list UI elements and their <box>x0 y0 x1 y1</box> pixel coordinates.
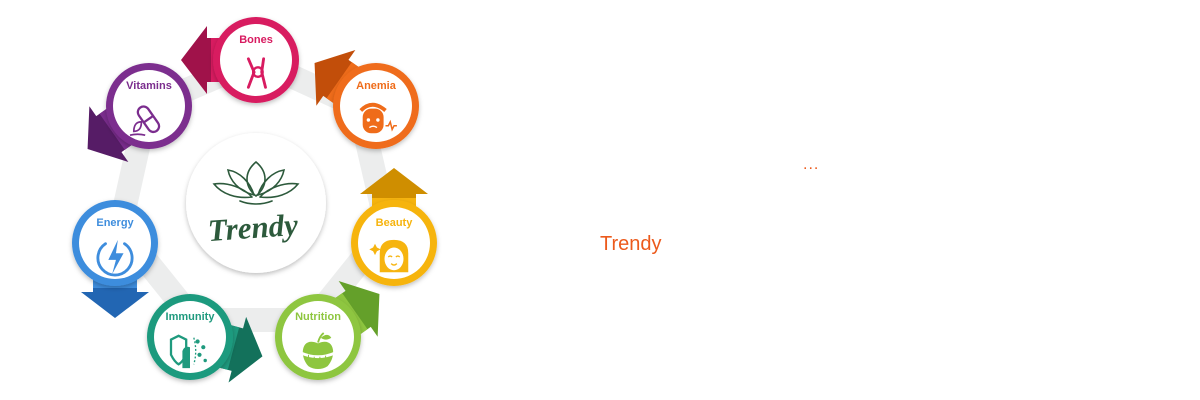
node-beauty[interactable]: Beauty <box>351 168 437 286</box>
wheel-graphic: Bones Anemia Beauty Nutrition Immunity E <box>72 17 437 383</box>
node-label-energy: Energy <box>96 217 134 229</box>
ellipsis-text: ... <box>803 156 820 173</box>
node-label-vitamins: Vitamins <box>126 80 172 92</box>
node-label-immunity: Immunity <box>166 311 216 323</box>
node-label-bones: Bones <box>239 34 273 46</box>
node-energy[interactable]: Energy <box>72 200 158 318</box>
brand-link[interactable]: Trendy <box>600 233 662 256</box>
node-label-beauty: Beauty <box>376 217 414 229</box>
center-logo-text: Trendy <box>207 207 300 248</box>
node-label-nutrition: Nutrition <box>295 311 341 323</box>
node-label-anemia: Anemia <box>356 80 397 92</box>
center-logo: Trendy <box>186 133 326 273</box>
